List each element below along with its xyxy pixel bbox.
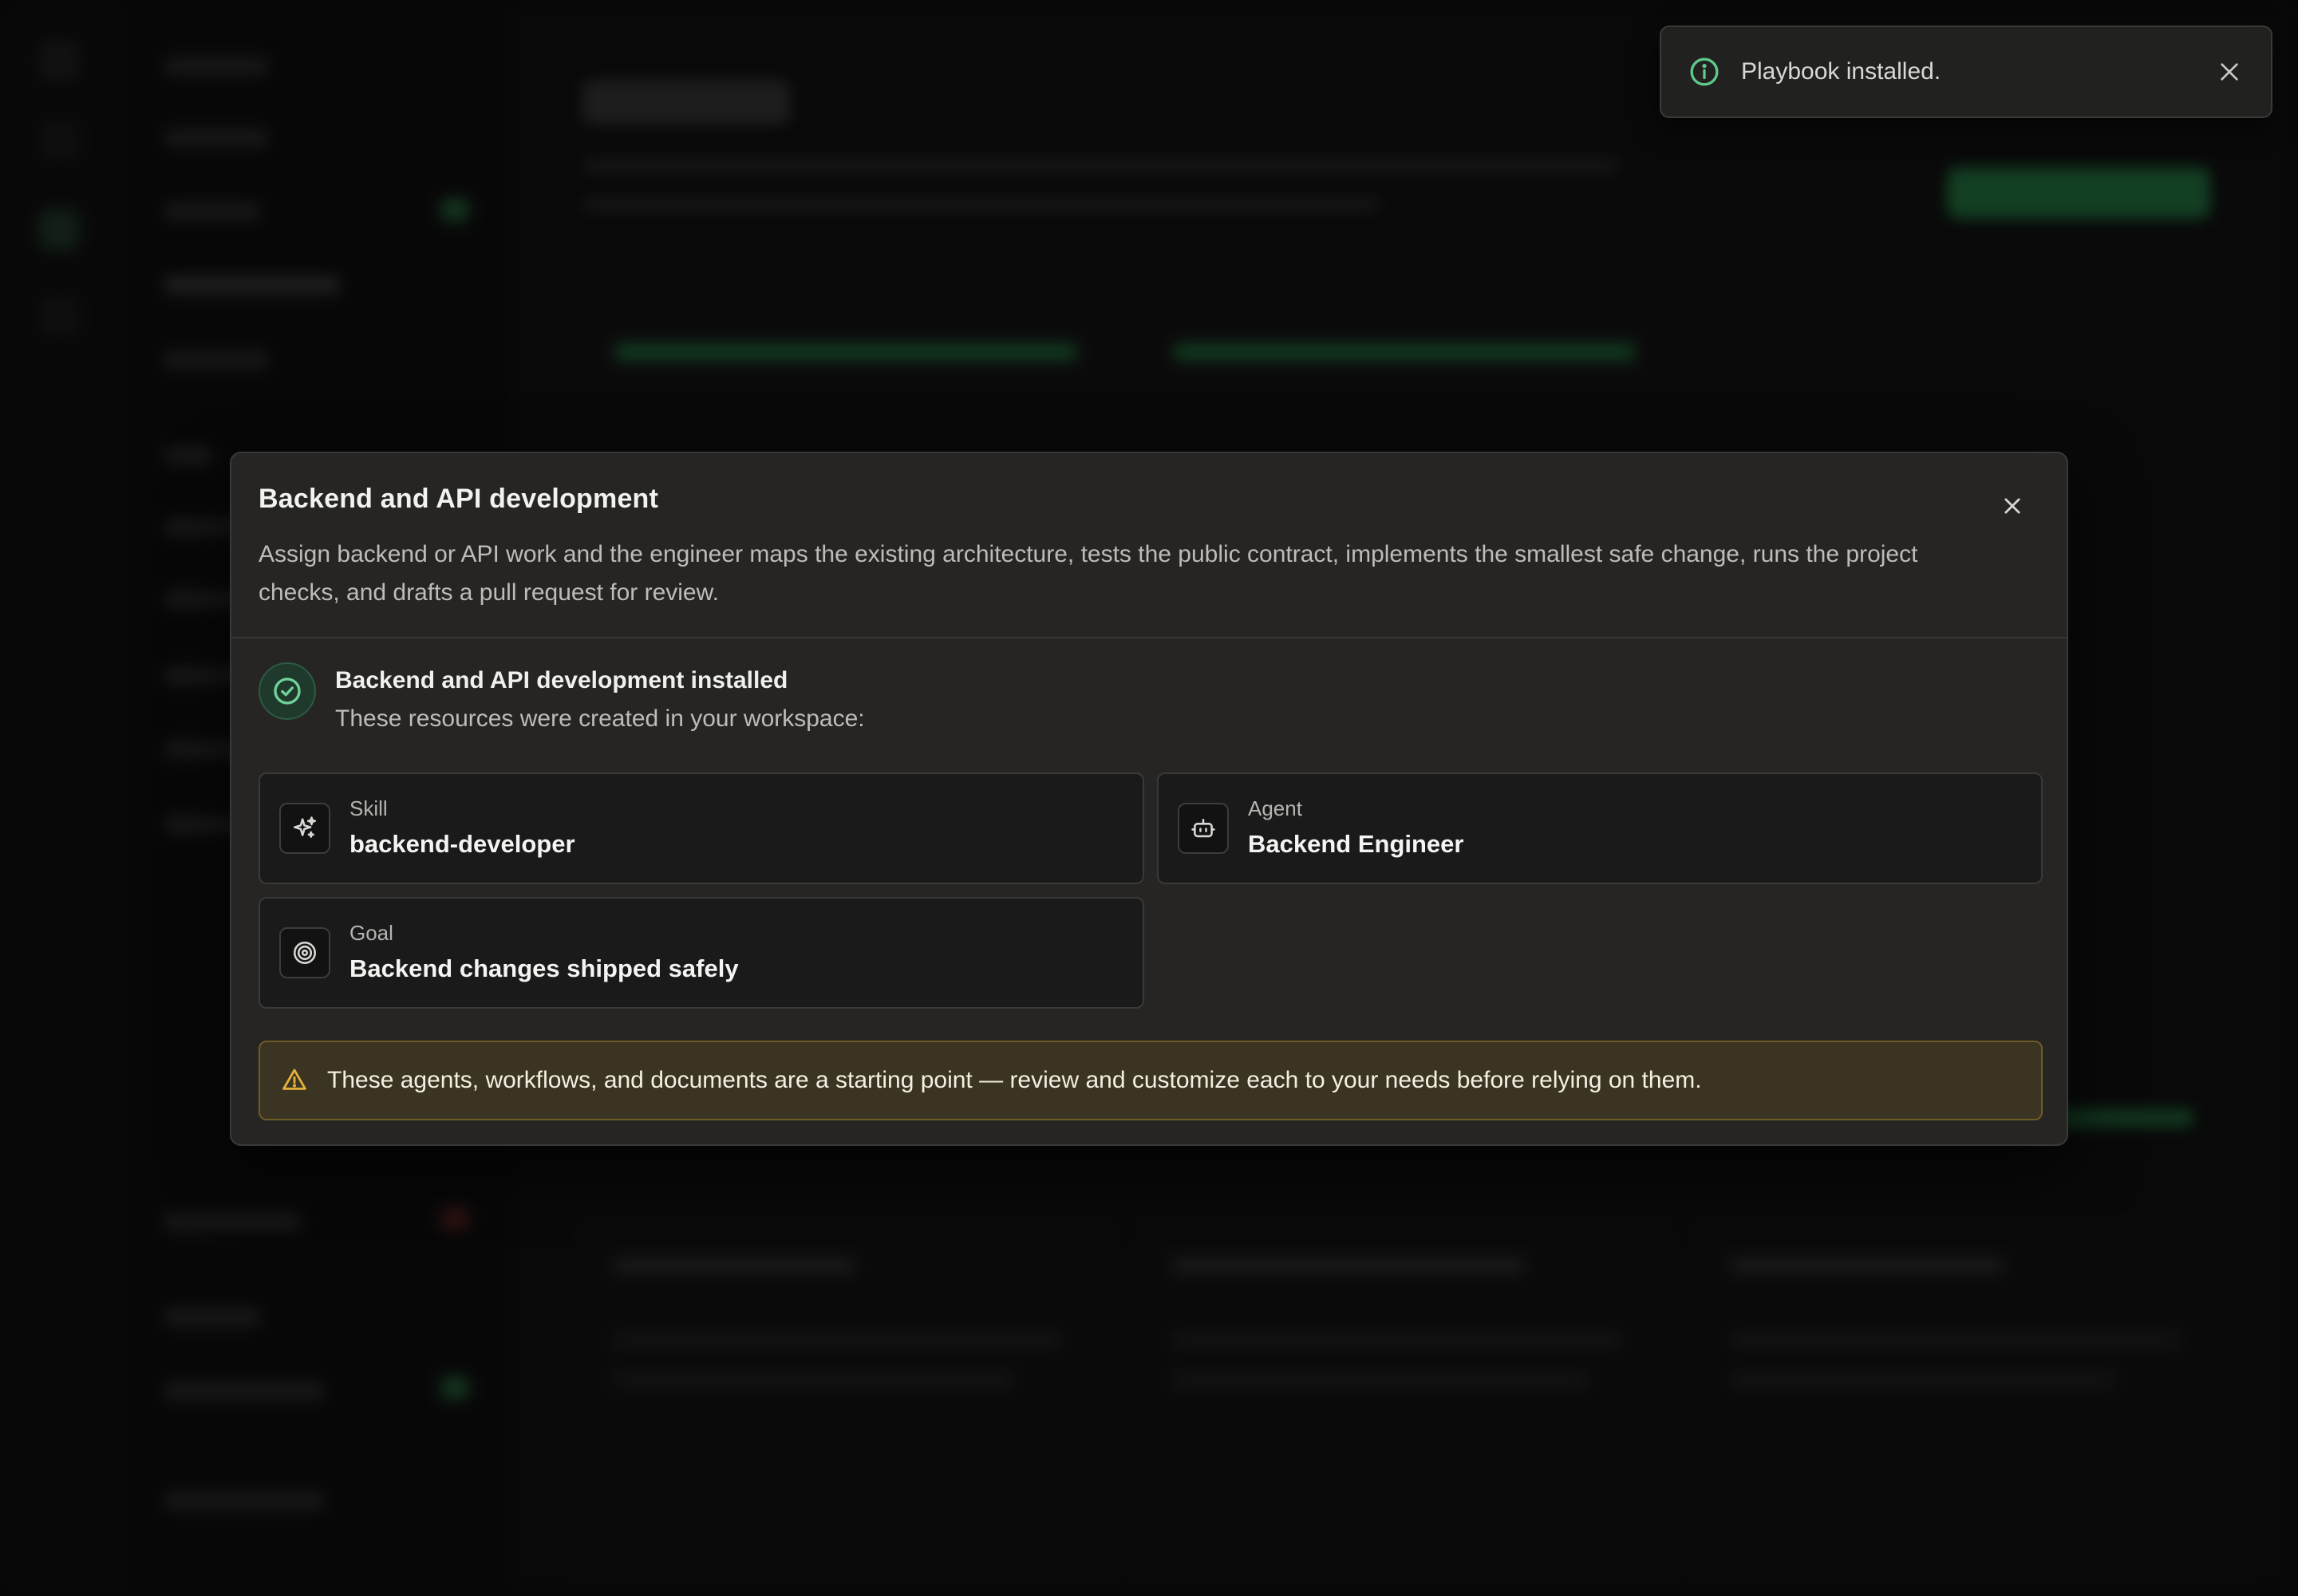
- toast-notification: Playbook installed.: [1660, 26, 2272, 118]
- sparkles-icon: [279, 803, 330, 854]
- installed-subtitle: These resources were created in your wor…: [335, 705, 865, 732]
- resource-kind: Agent: [1248, 796, 1302, 820]
- toast-message: Playbook installed.: [1741, 58, 1941, 85]
- resource-card-skill[interactable]: Skill backend-developer: [259, 772, 1144, 884]
- warning-text: These agents, workflows, and documents a…: [327, 1067, 1702, 1093]
- resource-name: Backend Engineer: [1248, 830, 1464, 858]
- resource-kind: Skill: [349, 796, 388, 820]
- toast-close-button[interactable]: [2215, 57, 2244, 86]
- bot-icon: [1178, 803, 1229, 854]
- dialog-description: Assign backend or API work and the engin…: [259, 541, 1918, 606]
- installed-title: Backend and API development installed: [335, 667, 788, 693]
- resource-card-agent[interactable]: Agent Backend Engineer: [1157, 772, 2043, 884]
- info-icon: [1688, 56, 1720, 88]
- close-icon: [2221, 63, 2238, 81]
- warning-banner: These agents, workflows, and documents a…: [259, 1041, 2043, 1120]
- resource-name: Backend changes shipped safely: [349, 954, 739, 982]
- resource-kind: Goal: [349, 921, 393, 945]
- dialog-close-button[interactable]: [1996, 490, 2028, 522]
- resource-card-goal[interactable]: Goal Backend changes shipped safely: [259, 897, 1144, 1009]
- resource-name: backend-developer: [349, 830, 575, 858]
- warning-triangle-icon: [281, 1066, 310, 1095]
- close-icon: [2004, 498, 2020, 514]
- target-icon: [279, 927, 330, 978]
- dialog-header: Backend and API development Assign backe…: [231, 453, 2067, 638]
- dialog-title: Backend and API development: [259, 484, 659, 514]
- playbook-dialog: Backend and API development Assign backe…: [230, 452, 2068, 1146]
- check-circle-icon: [259, 662, 316, 720]
